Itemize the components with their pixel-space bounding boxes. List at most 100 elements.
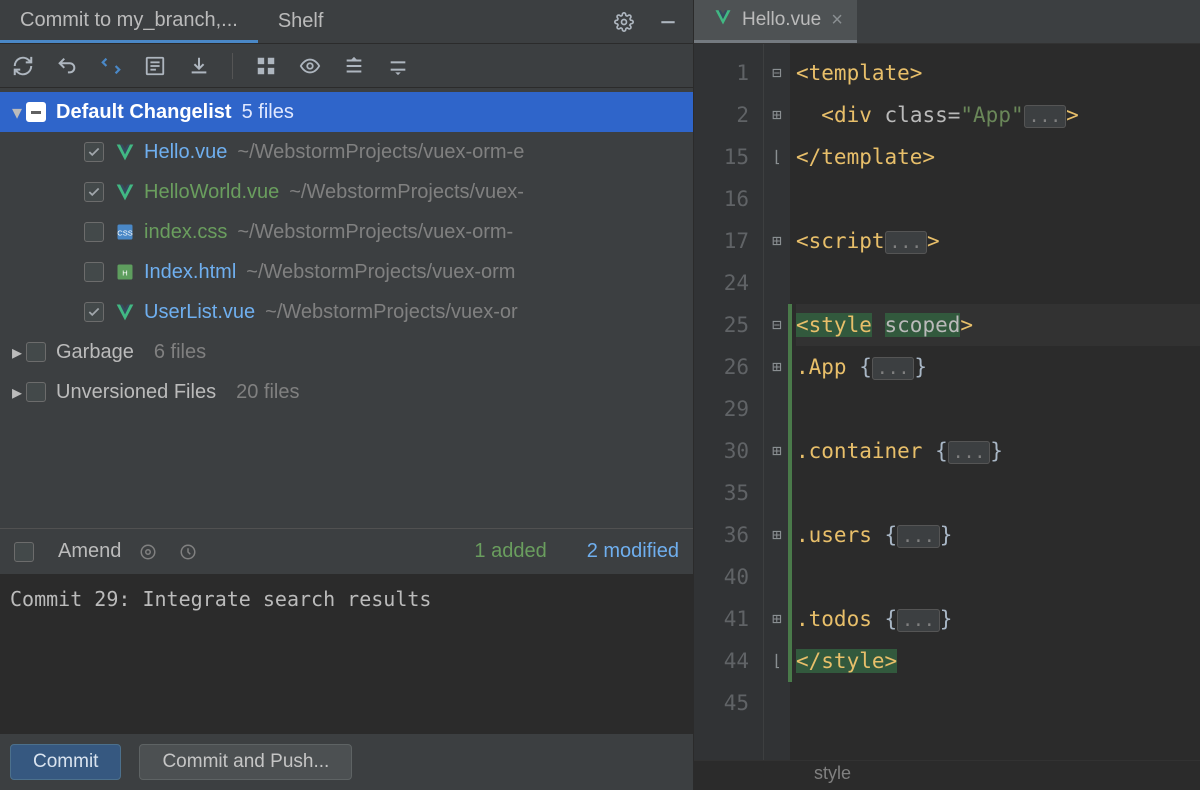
editor-panel: Hello.vue × 1215161724252629303536404144… <box>694 0 1200 790</box>
fold-marker[interactable]: ⊞ <box>764 220 790 262</box>
change-marker <box>788 598 792 640</box>
checkbox-indeterminate[interactable] <box>26 102 46 122</box>
changelist-group[interactable]: ▸ Garbage 6 files <box>0 332 693 372</box>
fold-marker[interactable] <box>764 682 790 724</box>
fold-marker[interactable]: ⊞ <box>764 598 790 640</box>
file-name: Hello.vue <box>144 141 227 164</box>
code-line[interactable]: .todos {...} <box>796 598 1200 640</box>
chevron-down-icon[interactable]: ▾ <box>8 100 26 125</box>
diff-icon[interactable] <box>98 53 124 79</box>
editor-tab-hello-vue[interactable]: Hello.vue × <box>694 0 857 43</box>
code-editor[interactable]: 121516172425262930353640414445 ⊟⊞⌊⊞⊟⊞⊞⊞⊞… <box>694 44 1200 760</box>
file-row[interactable]: Hello.vue ~/WebstormProjects/vuex-orm-e <box>0 132 693 172</box>
checkbox[interactable] <box>84 222 104 242</box>
file-row[interactable]: CSS index.css ~/WebstormProjects/vuex-or… <box>0 212 693 252</box>
chevron-right-icon[interactable]: ▸ <box>8 340 26 365</box>
file-row[interactable]: UserList.vue ~/WebstormProjects/vuex-or <box>0 292 693 332</box>
code-line[interactable] <box>796 682 1200 724</box>
checkbox[interactable] <box>84 262 104 282</box>
svg-text:CSS: CSS <box>117 228 132 237</box>
line-number: 36 <box>694 514 749 556</box>
code-line[interactable]: <div class="App"...> <box>796 94 1200 136</box>
code-line[interactable] <box>796 388 1200 430</box>
gear-icon[interactable] <box>611 9 637 35</box>
code-line[interactable]: .users {...} <box>796 514 1200 556</box>
line-number: 2 <box>694 94 749 136</box>
checkbox[interactable] <box>84 182 104 202</box>
code-line[interactable] <box>796 262 1200 304</box>
line-gutter: 121516172425262930353640414445 <box>694 44 764 760</box>
fold-marker[interactable]: ⊟ <box>764 304 790 346</box>
file-row[interactable]: HelloWorld.vue ~/WebstormProjects/vuex- <box>0 172 693 212</box>
shelve-icon[interactable] <box>186 53 212 79</box>
fold-marker[interactable]: ⊞ <box>764 430 790 472</box>
group-count: 20 files <box>236 381 299 404</box>
group-name: Unversioned Files <box>56 381 216 404</box>
history-icon[interactable] <box>175 539 201 565</box>
fold-marker[interactable]: ⌊ <box>764 136 790 178</box>
fold-marker[interactable]: ⊟ <box>764 52 790 94</box>
fold-marker[interactable]: ⊞ <box>764 514 790 556</box>
code-line[interactable] <box>796 178 1200 220</box>
vue-icon <box>114 302 136 322</box>
view-options-icon[interactable] <box>297 53 323 79</box>
commit-and-push-button[interactable]: Commit and Push... <box>139 744 352 780</box>
collapse-icon[interactable] <box>385 53 411 79</box>
checkbox[interactable] <box>26 382 46 402</box>
code-line[interactable] <box>796 556 1200 598</box>
line-number: 35 <box>694 472 749 514</box>
line-number: 40 <box>694 556 749 598</box>
chevron-right-icon[interactable]: ▸ <box>8 380 26 405</box>
amend-checkbox[interactable] <box>14 542 34 562</box>
commit-tabs: Commit to my_branch,... Shelf <box>0 0 693 44</box>
code-line[interactable]: <script...> <box>796 220 1200 262</box>
code-line[interactable]: </style> <box>796 640 1200 682</box>
tab-commit[interactable]: Commit to my_branch,... <box>0 0 258 43</box>
fold-column: ⊟⊞⌊⊞⊟⊞⊞⊞⊞⌊ <box>764 44 790 760</box>
code-line[interactable] <box>796 472 1200 514</box>
code-line[interactable]: <template> <box>796 52 1200 94</box>
code-line[interactable]: </template> <box>796 136 1200 178</box>
expand-icon[interactable] <box>341 53 367 79</box>
checkbox[interactable] <box>26 342 46 362</box>
status-modified: 2 modified <box>587 540 679 563</box>
group-by-icon[interactable] <box>253 53 279 79</box>
fold-marker[interactable] <box>764 388 790 430</box>
fold-marker[interactable] <box>764 178 790 220</box>
css-icon: CSS <box>114 222 136 242</box>
close-icon[interactable]: × <box>831 10 843 30</box>
fold-marker[interactable] <box>764 472 790 514</box>
code-area[interactable]: <template> <div class="App"...></templat… <box>790 44 1200 760</box>
fold-marker[interactable]: ⊞ <box>764 94 790 136</box>
minimize-icon[interactable] <box>655 9 681 35</box>
svg-text:H: H <box>122 268 127 277</box>
file-row[interactable]: H Index.html ~/WebstormProjects/vuex-orm <box>0 252 693 292</box>
file-path: ~/WebstormProjects/vuex- <box>289 181 524 204</box>
vue-icon <box>714 8 732 32</box>
code-line[interactable]: .App {...} <box>796 346 1200 388</box>
changelist-default[interactable]: ▾ Default Changelist 5 files <box>0 92 693 132</box>
commit-gear-icon[interactable] <box>135 539 161 565</box>
editor-tabs: Hello.vue × <box>694 0 1200 44</box>
code-line[interactable]: .container {...} <box>796 430 1200 472</box>
breadcrumb[interactable]: style <box>694 760 1200 790</box>
checkbox[interactable] <box>84 142 104 162</box>
tab-shelf[interactable]: Shelf <box>258 0 344 43</box>
changelist-group[interactable]: ▸ Unversioned Files 20 files <box>0 372 693 412</box>
changes-tree[interactable]: ▾ Default Changelist 5 files Hello.vue ~… <box>0 88 693 528</box>
status-added: 1 added <box>474 540 546 563</box>
fold-marker[interactable] <box>764 262 790 304</box>
changelist-icon[interactable] <box>142 53 168 79</box>
fold-marker[interactable] <box>764 556 790 598</box>
checkbox[interactable] <box>84 302 104 322</box>
code-line[interactable]: <style scoped> <box>796 304 1200 346</box>
file-name: HelloWorld.vue <box>144 181 279 204</box>
rollback-icon[interactable] <box>54 53 80 79</box>
fold-marker[interactable]: ⌊ <box>764 640 790 682</box>
refresh-icon[interactable] <box>10 53 36 79</box>
change-marker <box>788 388 792 430</box>
fold-marker[interactable]: ⊞ <box>764 346 790 388</box>
commit-button[interactable]: Commit <box>10 744 121 780</box>
change-marker <box>788 304 792 346</box>
commit-message-input[interactable]: Commit 29: Integrate search results <box>0 574 693 734</box>
